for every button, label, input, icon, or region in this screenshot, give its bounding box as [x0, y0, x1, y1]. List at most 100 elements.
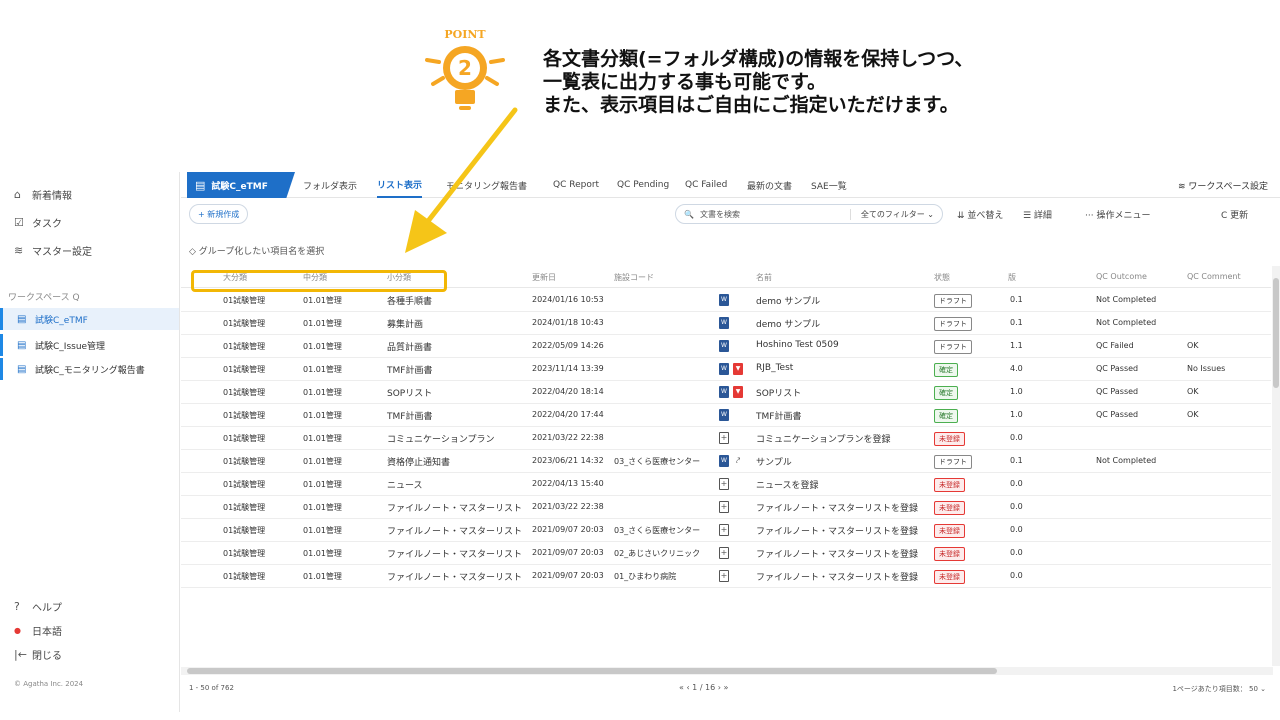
refresh-button[interactable]: C 更新 — [1221, 208, 1248, 221]
items-per-page-select[interactable]: 1ページあたり項目数： 50 ⌄ — [1172, 684, 1266, 694]
cell-major: 01試験管理 — [223, 549, 266, 558]
cell-middle: 01.01管理 — [303, 549, 342, 558]
group-by-label: グループ化したい項目名を選択 — [198, 247, 325, 257]
table-row[interactable]: 01試験管理 01.01管理 コミュニケーションプラン 2021/03/22 22:3… — [181, 427, 1271, 450]
cell-version: 0.1 — [1010, 318, 1023, 327]
tab-list-view[interactable]: リスト表示 — [377, 172, 423, 198]
cell-minor: コミュニケーションプラン — [387, 435, 495, 445]
word-file-icon[interactable]: W — [719, 340, 729, 352]
table-row[interactable]: 01試験管理 01.01管理 ファイルノート・マスターリスト 2021/03/22 2… — [181, 496, 1271, 519]
table-row[interactable]: 01試験管理 01.01管理 ファイルノート・マスターリスト 2021/09/07 2… — [181, 519, 1271, 542]
pagination[interactable]: « ‹ 1 / 16 › » — [679, 683, 728, 692]
add-file-icon[interactable]: + — [719, 432, 729, 444]
add-file-icon[interactable]: + — [719, 570, 729, 582]
banner-line-3: また、表示項目はご自由にご指定いただけます。 — [543, 94, 959, 116]
word-file-icon[interactable]: W — [719, 386, 729, 398]
pdf-file-icon[interactable]: ▼ — [733, 363, 743, 375]
vertical-scrollbar[interactable] — [1272, 266, 1280, 666]
column-header-updated[interactable]: 更新日 — [532, 272, 556, 283]
sidebar-item-news[interactable]: ⌂ 新着情報 — [14, 184, 72, 204]
highlight-box — [191, 270, 447, 292]
sidebar-item-help[interactable]: ? ヘルプ — [14, 596, 62, 616]
pdf-file-icon[interactable]: ▼ — [733, 386, 743, 398]
tab-qc-failed[interactable]: QC Failed — [685, 172, 727, 198]
status-badge: 未登録 — [934, 432, 965, 446]
filter-dropdown[interactable]: 全てのフィルター ⌄ — [849, 209, 934, 220]
detail-button[interactable]: ☰ 詳細 — [1023, 208, 1052, 221]
table-row[interactable]: 01試験管理 01.01管理 ニュース 2022/04/13 15:40 + ニュースを登… — [181, 473, 1271, 496]
cell-name: サンプル — [756, 458, 792, 468]
group-by-prompt[interactable]: ◇ グループ化したい項目名を選択 — [189, 244, 324, 257]
horizontal-scrollbar[interactable] — [181, 667, 1273, 675]
table-row[interactable]: 01試験管理 01.01管理 SOPリスト 2022/04/20 18:14 W ▼ SOP… — [181, 381, 1271, 404]
column-header-version[interactable]: 版 — [1008, 272, 1016, 283]
column-header-qc-outcome[interactable]: QC Outcome — [1096, 272, 1147, 281]
table-row[interactable]: 01試験管理 01.01管理 各種手順書 2024/01/16 10:53 Wdemo … — [181, 289, 1271, 312]
tab-qc-report[interactable]: QC Report — [553, 172, 599, 198]
scroll-thumb[interactable] — [1273, 278, 1279, 388]
status-badge: 確定 — [934, 409, 958, 423]
search-input[interactable]: 🔍 文書を検索 全てのフィルター ⌄ — [675, 204, 943, 224]
workspace-settings-button[interactable]: ≋ ワークスペース設定 — [1178, 179, 1268, 192]
link-icon[interactable]: ⤤ — [733, 455, 743, 467]
word-file-icon[interactable]: W — [719, 363, 729, 375]
action-menu-button[interactable]: ··· 操作メニュー — [1085, 208, 1150, 221]
add-file-icon[interactable]: + — [719, 478, 729, 490]
cell-updated: 2023/06/21 14:32 — [532, 456, 604, 465]
tab-monitoring-report[interactable]: モニタリング報告書 — [446, 172, 527, 198]
table-row[interactable]: 01試験管理 01.01管理 資格停止通知書 2023/06/21 14:32 03_さ… — [181, 450, 1271, 473]
table-row[interactable]: 01試験管理 01.01管理 TMF計画書 2023/11/14 13:39 W ▼ RJB… — [181, 358, 1271, 381]
table-row[interactable]: 01試験管理 01.01管理 募集計画 2024/01/18 10:43 Wdemo サ… — [181, 312, 1271, 335]
table-row[interactable]: 01試験管理 01.01管理 品質計画書 2022/05/09 14:26 W Hoshi… — [181, 335, 1271, 358]
tab-sae-list[interactable]: SAE一覧 — [811, 172, 847, 198]
cell-middle: 01.01管理 — [303, 434, 342, 443]
cell-major: 01試験管理 — [223, 388, 266, 397]
workspace-icon: ▤ — [17, 363, 27, 375]
brand-label: 試験C_eTMF — [211, 181, 268, 192]
table-row[interactable]: 01試験管理 01.01管理 ファイルノート・マスターリスト 2021/09/07 2… — [181, 542, 1271, 565]
add-file-icon[interactable]: + — [719, 524, 729, 536]
cell-minor: 品質計画書 — [387, 343, 433, 353]
table-row[interactable]: 01試験管理 01.01管理 TMF計画書 2022/04/20 17:44 W TMF計… — [181, 404, 1271, 427]
sidebar-item-master-settings[interactable]: ≋ マスター設定 — [14, 240, 92, 260]
workspace-item-etmf[interactable]: ▤ 試験C_eTMF — [0, 308, 179, 330]
sidebar-item-task[interactable]: ☑ タスク — [14, 212, 62, 232]
tab-latest-documents[interactable]: 最新の文書 — [747, 172, 792, 198]
workspace-item-issue[interactable]: ▤ 試験C_Issue管理 — [0, 334, 179, 356]
cell-minor: TMF計画書 — [387, 366, 433, 376]
scroll-thumb[interactable] — [187, 668, 997, 674]
cell-qc-outcome: Not Completed — [1096, 295, 1157, 304]
status-badge: 未登録 — [934, 478, 965, 492]
column-header-name[interactable]: 名前 — [756, 272, 772, 283]
search-placeholder: 文書を検索 — [699, 209, 740, 219]
workspace-brand-tab[interactable]: ▤ 試験C_eTMF — [187, 172, 295, 198]
cell-minor: TMF計画書 — [387, 412, 433, 422]
cell-middle: 01.01管理 — [303, 503, 342, 512]
column-header-site-code[interactable]: 施設コード — [614, 272, 654, 283]
cell-version: 1.0 — [1010, 387, 1023, 396]
cell-name: demo サンプル — [756, 320, 821, 330]
cell-site-code: 01_ひまわり病院 — [614, 572, 677, 581]
table-row[interactable]: 01試験管理 01.01管理 ファイルノート・マスターリスト 2021/09/07 2… — [181, 565, 1271, 588]
status-badge: 未登録 — [934, 547, 965, 561]
tab-folder-view[interactable]: フォルダ表示 — [303, 172, 357, 198]
cell-updated: 2022/04/13 15:40 — [532, 479, 604, 488]
cell-name: demo サンプル — [756, 297, 821, 307]
cell-middle: 01.01管理 — [303, 319, 342, 328]
add-file-icon[interactable]: + — [719, 501, 729, 513]
word-file-icon[interactable]: W — [719, 294, 729, 306]
add-file-icon[interactable]: + — [719, 547, 729, 559]
column-header-qc-comment[interactable]: QC Comment — [1187, 272, 1241, 281]
word-file-icon[interactable]: W — [719, 317, 729, 329]
sidebar-item-language[interactable]: ● 日本語 — [14, 620, 62, 640]
tab-qc-pending[interactable]: QC Pending — [617, 172, 669, 198]
column-header-status[interactable]: 状態 — [934, 272, 950, 283]
new-document-button[interactable]: + 新規作成 — [189, 204, 249, 224]
sort-button[interactable]: ⇊ 並べ替え — [957, 208, 1003, 221]
cell-minor: ファイルノート・マスターリスト — [387, 573, 523, 583]
workspace-item-monitoring[interactable]: ▤ 試験C_モニタリング報告書 — [0, 358, 179, 380]
sidebar-item-collapse[interactable]: |← 閉じる — [14, 644, 62, 664]
cell-major: 01試験管理 — [223, 434, 266, 443]
word-file-icon[interactable]: W — [719, 455, 729, 467]
word-file-icon[interactable]: W — [719, 409, 729, 421]
